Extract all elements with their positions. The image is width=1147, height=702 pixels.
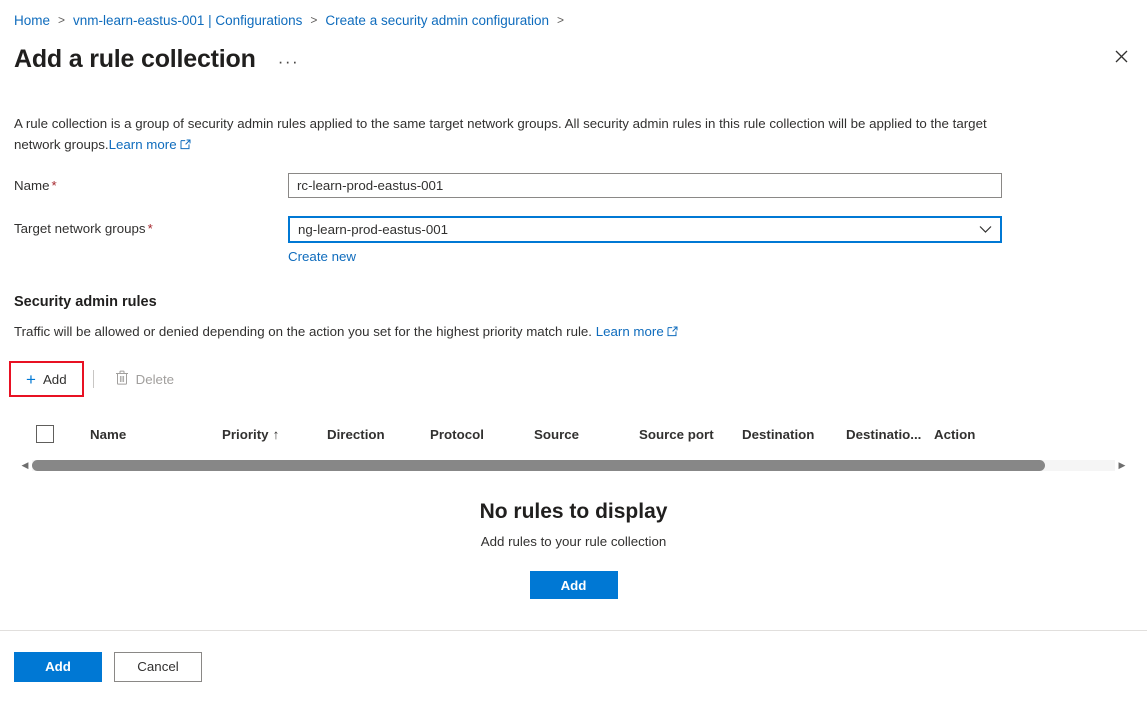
sort-ascending-icon: ↑ [272,426,280,442]
rules-table-horizontal-scrollbar[interactable]: ◀ ▶ [14,457,1133,474]
column-header-source-port[interactable]: Source port [639,427,742,442]
chevron-down-icon [979,225,992,234]
main-content: A rule collection is a group of security… [0,113,1147,599]
close-icon [1115,50,1127,62]
required-asterisk: * [147,221,153,236]
name-label: Name * [14,178,57,193]
command-separator [92,370,94,388]
trash-icon [115,370,129,388]
target-network-groups-label: Target network groups * [14,221,153,236]
empty-state-subtitle: Add rules to your rule collection [480,534,667,549]
rules-table: Name Priority ↑ Direction Protocol Source… [14,417,1133,599]
rules-empty-state: No rules to display Add rules to your ru… [14,500,1133,599]
page-title: Add a rule collection [14,44,256,73]
scroll-right-arrow-icon[interactable]: ▶ [1115,460,1129,471]
target-network-groups-wrap: ng-learn-prod-eastus-001 Create new [288,216,1002,264]
breadcrumb-item-create-security-admin-configuration[interactable]: Create a security admin configuration [325,13,549,28]
breadcrumb-item-home[interactable]: Home [14,13,50,28]
breadcrumb: Home > vnm-learn-eastus-001 | Configurat… [0,0,1147,31]
add-rule-button-label: Add [42,371,67,387]
breadcrumb-separator: > [310,13,318,27]
column-header-action[interactable]: Action [934,427,975,442]
select-all-checkbox[interactable] [36,425,54,443]
column-header-direction[interactable]: Direction [327,427,430,442]
description-learn-more-link[interactable]: Learn more [109,137,191,152]
subtext-text: Traffic will be allowed or denied depend… [14,324,593,339]
column-header-destination[interactable]: Destination [742,427,846,442]
scroll-left-arrow-icon[interactable]: ◀ [18,460,32,471]
rules-table-header-row: Name Priority ↑ Direction Protocol Source… [14,417,1133,451]
delete-rule-button-label: Delete [135,371,175,387]
empty-state-add-wrap: Add [14,571,1133,599]
target-network-groups-dropdown[interactable]: ng-learn-prod-eastus-001 [288,216,1002,243]
column-header-destination-port[interactable]: Destinatio... [846,427,934,442]
breadcrumb-separator: > [58,13,66,27]
delete-rule-button[interactable]: Delete [103,365,186,393]
plus-icon: + [26,369,36,389]
rule-collection-description: A rule collection is a group of security… [14,113,1014,155]
column-header-priority[interactable]: Priority ↑ [222,427,327,442]
create-new-link[interactable]: Create new [288,249,356,264]
breadcrumb-item-configurations[interactable]: vnm-learn-eastus-001 | Configurations [73,13,302,28]
column-header-protocol[interactable]: Protocol [430,427,534,442]
empty-state-add-button[interactable]: Add [529,571,618,599]
security-admin-rules-subtext: Traffic will be allowed or denied depend… [14,324,1133,339]
security-admin-rules-heading: Security admin rules [14,294,157,310]
column-header-name[interactable]: Name [54,427,222,442]
add-button-highlight: + Add [9,361,84,397]
external-link-icon [180,139,191,150]
breadcrumb-separator: > [557,13,565,27]
close-button[interactable] [1103,38,1139,74]
external-link-icon [667,326,678,337]
scrollbar-thumb[interactable] [32,460,1045,471]
footer-cancel-button[interactable]: Cancel [114,651,202,682]
rules-command-bar: + Add Delete [9,361,1133,397]
add-rule-button[interactable]: + Add [14,365,79,393]
dialog-footer: Add Cancel [0,630,1147,702]
column-header-source[interactable]: Source [534,427,639,442]
form-row-name: Name * [14,173,1133,198]
form-row-target-network-groups: Target network groups * ng-learn-prod-eas… [14,216,1133,264]
more-options-button[interactable]: ··· [278,51,299,70]
title-row: Add a rule collection ··· [0,31,1147,79]
scrollbar-track[interactable] [32,460,1115,471]
required-asterisk: * [51,178,57,193]
rules-learn-more-link[interactable]: Learn more [596,324,678,339]
target-network-groups-value: ng-learn-prod-eastus-001 [298,222,449,237]
empty-state-title: No rules to display [479,500,668,523]
create-new-wrap: Create new [288,249,1002,264]
footer-add-button[interactable]: Add [14,651,102,682]
name-input[interactable] [288,173,1002,198]
